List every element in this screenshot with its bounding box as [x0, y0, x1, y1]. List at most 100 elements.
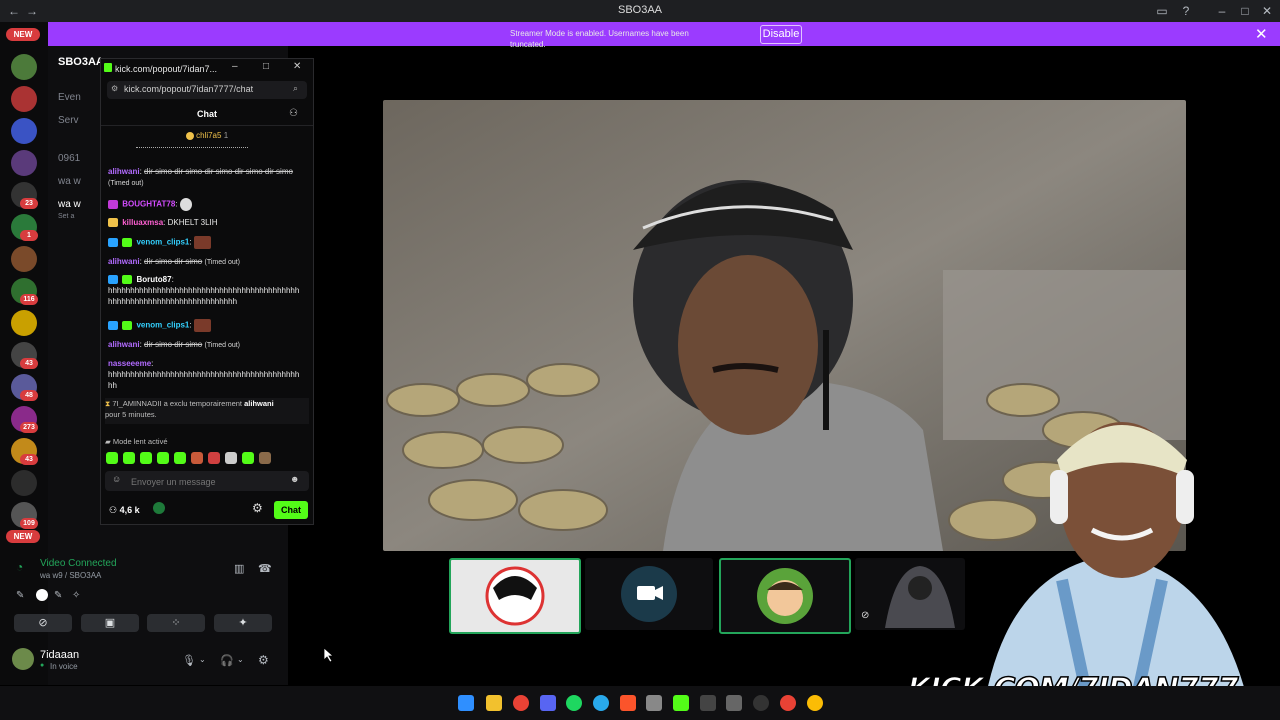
subscriber-badge-icon [108, 321, 118, 330]
participant-avatar[interactable] [36, 589, 48, 601]
kick-app-icon[interactable] [673, 695, 689, 711]
chat-username[interactable]: BOUGHTAT78 [122, 200, 175, 209]
emote-icon[interactable] [174, 452, 186, 464]
participant-tile[interactable]: ⊘ [855, 558, 965, 630]
chat-username[interactable]: alihwani [108, 340, 140, 349]
voice-status[interactable]: Video Connected [40, 558, 117, 569]
system-target[interactable]: alihwani [244, 399, 274, 408]
server-name[interactable]: SBO3AA [58, 56, 104, 68]
emote-icon[interactable] [242, 452, 254, 464]
effects-icon[interactable]: ✧ [72, 590, 80, 601]
emote-icon[interactable] [123, 452, 135, 464]
chat-username[interactable]: alihwani [108, 257, 140, 266]
chat-username[interactable]: venom_clips1 [136, 238, 189, 247]
chat-username[interactable]: killuaxmsa [122, 218, 163, 227]
participant-tile[interactable] [449, 558, 581, 634]
kick-favicon-icon [104, 63, 112, 72]
text-channel[interactable]: 0961 [58, 153, 80, 164]
chat-message-input[interactable]: ☺ ☻ [105, 471, 309, 491]
headphones-icon[interactable]: 🎧 [220, 654, 234, 667]
send-chat-button[interactable]: Chat [274, 501, 308, 519]
kick-points-icon[interactable] [153, 502, 165, 514]
minimize-icon[interactable]: – [1214, 3, 1230, 19]
chat-input-field[interactable] [129, 474, 283, 489]
file-explorer-icon[interactable] [486, 695, 502, 711]
slow-mode-notice: ▰ Mode lent activé [105, 437, 168, 446]
pinned-banner[interactable]: chli7a5 1 [101, 131, 313, 140]
activities-icon[interactable]: ⁘ [147, 614, 205, 632]
emote-icon[interactable] [225, 452, 237, 464]
help-icon[interactable]: ? [1178, 3, 1194, 19]
chat-username[interactable]: alihwani [108, 167, 140, 176]
settings-icon[interactable] [646, 695, 662, 711]
participant-tile[interactable] [585, 558, 713, 630]
minimize-icon[interactable]: – [232, 61, 238, 72]
gear-icon[interactable]: ⚙ [252, 501, 263, 515]
chat-username[interactable]: Boruto87 [136, 275, 171, 284]
camera-off-icon[interactable]: ⊘ [14, 614, 72, 632]
spotify-icon[interactable] [566, 695, 582, 711]
emote-icon[interactable] [208, 452, 220, 464]
server-icon[interactable] [11, 150, 37, 176]
emote-icon[interactable] [140, 452, 152, 464]
emote-icon[interactable] [259, 452, 271, 464]
server-icon[interactable] [11, 86, 37, 112]
emote-icon[interactable] [106, 452, 118, 464]
sidebar-item-server[interactable]: Serv [58, 115, 79, 126]
emoji-icon[interactable]: ☻ [290, 474, 299, 484]
noise-suppression-icon[interactable]: ▥ [234, 562, 244, 575]
server-icon[interactable] [11, 118, 37, 144]
chat-username[interactable]: nasseeeme [108, 359, 151, 368]
close-icon[interactable]: ✕ [293, 61, 301, 72]
hourglass-icon: ⧗ [105, 399, 111, 408]
voice-channel-active[interactable]: wa w [58, 199, 81, 210]
windows-start-icon[interactable] [458, 695, 474, 711]
disable-streamer-mode-button[interactable]: Disable [760, 25, 802, 44]
inbox-icon[interactable]: ▭ [1154, 3, 1170, 19]
address-bar[interactable]: ⚙ kick.com/popout/7idan7777/chat ⌕ [107, 81, 307, 99]
voice-channel[interactable]: wa w [58, 176, 81, 187]
chrome-alt-icon[interactable] [807, 695, 823, 711]
server-icon[interactable] [11, 310, 37, 336]
avatar[interactable] [12, 648, 34, 670]
activity-icon[interactable]: ✎ [54, 590, 62, 601]
maximize-icon[interactable]: □ [1237, 3, 1253, 19]
chat-message: killuaxmsa: DKHELT 3LIH [108, 217, 302, 228]
screen-share-icon[interactable]: ▣ [81, 614, 139, 632]
chat-username[interactable]: venom_clips1 [136, 321, 189, 330]
terminal-icon[interactable] [700, 695, 716, 711]
emote-icon[interactable] [191, 452, 203, 464]
server-icon[interactable] [11, 246, 37, 272]
notepad-icon[interactable] [726, 695, 742, 711]
sidebar-item-events[interactable]: Even [58, 92, 81, 103]
users-icon[interactable]: ⚇ [289, 108, 298, 119]
microphone-icon[interactable]: 🎙 [182, 654, 196, 667]
close-window-icon[interactable]: ✕ [1259, 3, 1275, 19]
discord-icon[interactable] [540, 695, 556, 711]
soundboard-button-icon[interactable]: ✦ [214, 614, 272, 632]
username[interactable]: 7idaaan [40, 649, 79, 661]
participant-tile[interactable] [719, 558, 851, 634]
gear-icon[interactable]: ⚙ [258, 653, 269, 667]
emote-picker-icon[interactable]: ☺ [112, 474, 121, 484]
server-icon[interactable] [11, 54, 37, 80]
chrome-icon[interactable] [513, 695, 529, 711]
system-actor[interactable]: 7I_AMINNADII [112, 399, 161, 408]
maximize-icon[interactable]: □ [263, 61, 269, 72]
chevron-down-icon[interactable]: ⌄ [237, 655, 244, 664]
close-banner-icon[interactable]: ✕ [1255, 25, 1268, 43]
telegram-icon[interactable] [593, 695, 609, 711]
soundboard-icon[interactable]: ✎ [16, 590, 24, 601]
brave-icon[interactable] [620, 695, 636, 711]
chrome-profile-icon[interactable] [780, 695, 796, 711]
chevron-down-icon[interactable]: ⌄ [199, 655, 206, 664]
disconnect-icon[interactable]: ☎ [258, 562, 272, 575]
verified-badge-icon [122, 238, 133, 247]
server-icon[interactable] [11, 470, 37, 496]
voice-channel-path[interactable]: wa w9 / SBO3AA [40, 571, 101, 580]
emote-icon[interactable] [157, 452, 169, 464]
obs-icon[interactable] [753, 695, 769, 711]
viewer-count-value: 4,6 k [119, 505, 140, 515]
site-settings-icon[interactable]: ⚙ [111, 84, 118, 93]
search-icon[interactable]: ⌕ [293, 83, 298, 94]
